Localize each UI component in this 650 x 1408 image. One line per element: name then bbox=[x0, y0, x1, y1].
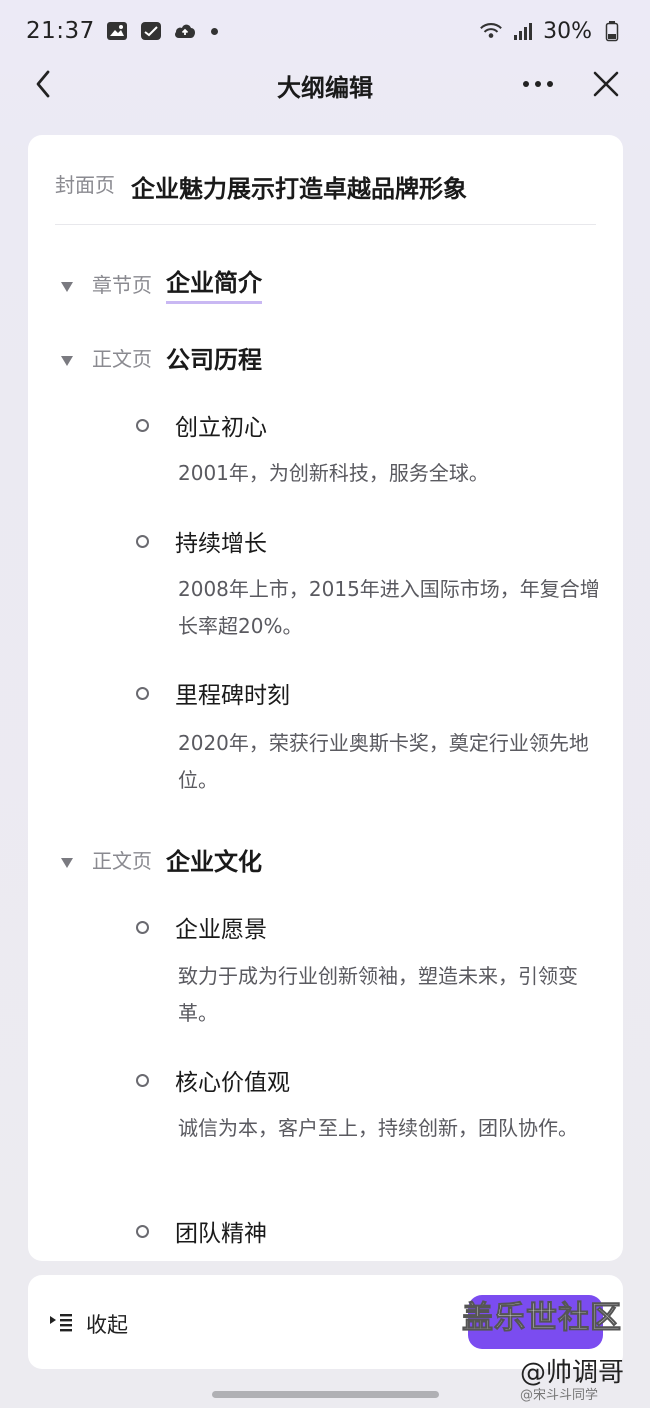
close-icon[interactable] bbox=[590, 68, 622, 100]
collapse-triangle-icon[interactable] bbox=[60, 854, 74, 868]
cover-type-label: 封面页 bbox=[55, 173, 115, 197]
section-row: 正文页 公司历程 bbox=[60, 340, 262, 375]
signal-icon bbox=[511, 20, 535, 42]
bullet-circle-icon bbox=[136, 920, 149, 934]
item-title[interactable]: 团队精神 bbox=[175, 1214, 267, 1248]
notification-dot bbox=[210, 27, 218, 35]
item-desc[interactable]: 2008年上市，2015年进入国际市场，年复合增长率超20%。 bbox=[178, 571, 603, 645]
item-title[interactable]: 核心价值观 bbox=[175, 1063, 290, 1097]
battery-icon bbox=[600, 20, 624, 42]
item-desc[interactable]: 2020年，荣获行业奥斯卡奖，奠定行业领先地位。 bbox=[178, 725, 603, 799]
outline-card: 封面页 企业魅力展示打造卓越品牌形象 章节页 企业简介 正文页 公司历程 创立初… bbox=[28, 135, 623, 1261]
cloud-icon bbox=[173, 20, 197, 42]
item-desc[interactable]: 诚信为本，客户至上，持续创新，团队协作。 bbox=[178, 1110, 603, 1147]
battery-percent: 30% bbox=[543, 18, 592, 44]
item-desc[interactable]: 2001年，为创新科技，服务全球。 bbox=[178, 455, 603, 492]
back-icon[interactable] bbox=[30, 66, 58, 102]
wifi-icon bbox=[479, 20, 503, 42]
item-title[interactable]: 企业愿景 bbox=[175, 910, 267, 944]
list-item: 创立初心 bbox=[136, 408, 267, 442]
item-title[interactable]: 里程碑时刻 bbox=[175, 676, 290, 710]
list-item: 持续增长 bbox=[136, 524, 267, 558]
cover-title[interactable]: 企业魅力展示打造卓越品牌形象 bbox=[131, 169, 467, 204]
watermark-text: 盖乐世社区 bbox=[462, 1300, 622, 1337]
collapse-triangle-icon[interactable] bbox=[60, 352, 74, 366]
image-icon bbox=[105, 20, 129, 42]
list-item: 核心价值观 bbox=[136, 1063, 290, 1097]
collapse-list-icon bbox=[48, 1311, 74, 1337]
section-type-label: 章节页 bbox=[92, 273, 152, 297]
page-title: 大纲编辑 bbox=[277, 73, 373, 102]
section-type-label: 正文页 bbox=[92, 849, 152, 873]
section-row: 正文页 企业文化 bbox=[60, 842, 262, 877]
cover-row[interactable]: 封面页 企业魅力展示打造卓越品牌形象 bbox=[55, 169, 596, 225]
bullet-circle-icon bbox=[136, 1073, 149, 1087]
list-item: 团队精神 bbox=[136, 1214, 267, 1248]
bullet-circle-icon bbox=[136, 534, 149, 548]
collapse-button[interactable]: 收起 bbox=[48, 1309, 128, 1339]
section-title[interactable]: 企业简介 bbox=[166, 263, 262, 304]
section-row: 章节页 企业简介 bbox=[60, 263, 262, 304]
section-title[interactable]: 企业文化 bbox=[166, 842, 262, 877]
status-bar: 21:37 30% bbox=[0, 0, 650, 62]
list-item: 企业愿景 bbox=[136, 910, 267, 944]
collapse-label: 收起 bbox=[86, 1313, 128, 1337]
item-title[interactable]: 持续增长 bbox=[175, 524, 267, 558]
section-type-label: 正文页 bbox=[92, 347, 152, 371]
more-icon[interactable] bbox=[518, 68, 558, 100]
bullet-circle-icon bbox=[136, 418, 149, 432]
item-title[interactable]: 创立初心 bbox=[175, 408, 267, 442]
section-title[interactable]: 公司历程 bbox=[166, 340, 262, 375]
nav-bar: 大纲编辑 bbox=[0, 62, 650, 108]
item-desc[interactable]: 致力于成为行业创新领袖，塑造未来，引领变革。 bbox=[178, 958, 603, 1032]
collapse-triangle-icon[interactable] bbox=[60, 278, 74, 292]
task-icon bbox=[139, 20, 163, 42]
watermark-sub: @宋斗斗同学 bbox=[520, 1388, 599, 1403]
list-item: 里程碑时刻 bbox=[136, 676, 290, 710]
home-indicator[interactable] bbox=[212, 1391, 439, 1398]
status-time: 21:37 bbox=[26, 18, 95, 44]
bullet-circle-icon bbox=[136, 686, 149, 700]
bullet-circle-icon bbox=[136, 1224, 149, 1238]
